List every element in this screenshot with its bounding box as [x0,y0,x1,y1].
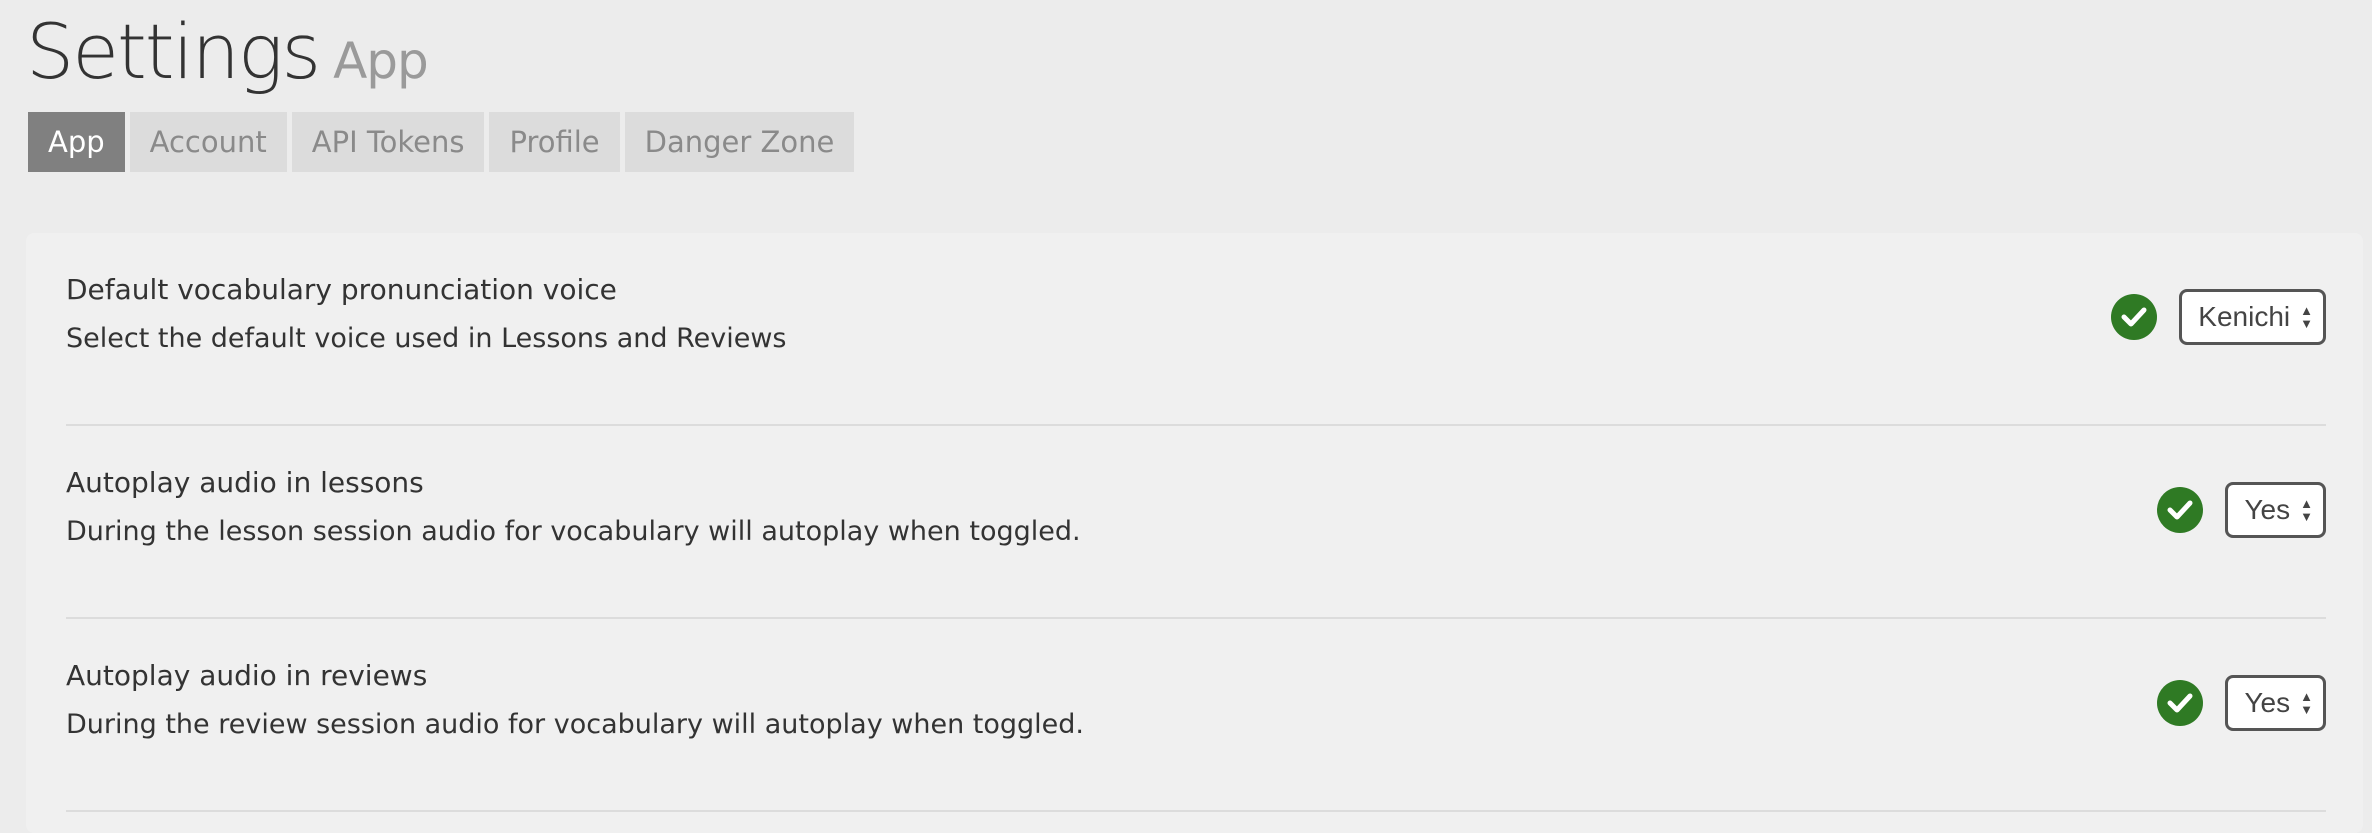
check-circle-icon [2157,680,2204,726]
page-subtitle: App [333,32,429,90]
setting-title: Autoplay audio in lessons [66,466,424,499]
check-circle-icon [2111,294,2158,340]
settings-tabs: App Account API Tokens Profile Danger Zo… [28,112,855,172]
page-header: Settings App [26,6,429,97]
select-value: Yes [2244,687,2291,718]
select-arrows-icon: ▲ ▼ [2300,689,2313,717]
setting-description: Select the default voice used in Lessons… [66,323,787,354]
setting-controls: Kenichi ▲ ▼ [2111,289,2326,345]
autoplay-reviews-select[interactable]: Yes ▲ ▼ [2225,675,2326,731]
select-value: Kenichi [2198,301,2291,332]
check-circle-icon [2157,487,2204,533]
tab-api-tokens[interactable]: API Tokens [291,112,485,172]
settings-panel: Default vocabulary pronunciation voice S… [26,233,2363,833]
select-value: Yes [2244,494,2291,525]
autoplay-lessons-select[interactable]: Yes ▲ ▼ [2225,482,2326,538]
tab-app[interactable]: App [28,112,125,172]
page-title: Settings [26,7,321,96]
setting-row-autoplay-reviews: Autoplay audio in reviews During the rev… [66,619,2326,812]
setting-title: Autoplay audio in reviews [66,659,428,692]
tab-danger-zone[interactable]: Danger Zone [624,112,855,172]
tab-account[interactable]: Account [129,112,287,172]
setting-title: Default vocabulary pronunciation voice [66,273,617,306]
setting-row-voice: Default vocabulary pronunciation voice S… [66,233,2326,426]
setting-row-autoplay-lessons: Autoplay audio in lessons During the les… [66,426,2326,619]
tab-profile[interactable]: Profile [489,112,620,172]
setting-description: During the review session audio for voca… [66,709,1084,740]
select-arrows-icon: ▲ ▼ [2300,496,2313,524]
setting-controls: Yes ▲ ▼ [2157,482,2326,538]
setting-controls: Yes ▲ ▼ [2157,675,2326,731]
voice-select[interactable]: Kenichi ▲ ▼ [2179,289,2326,345]
setting-description: During the lesson session audio for voca… [66,516,1081,547]
select-arrows-icon: ▲ ▼ [2300,303,2313,331]
